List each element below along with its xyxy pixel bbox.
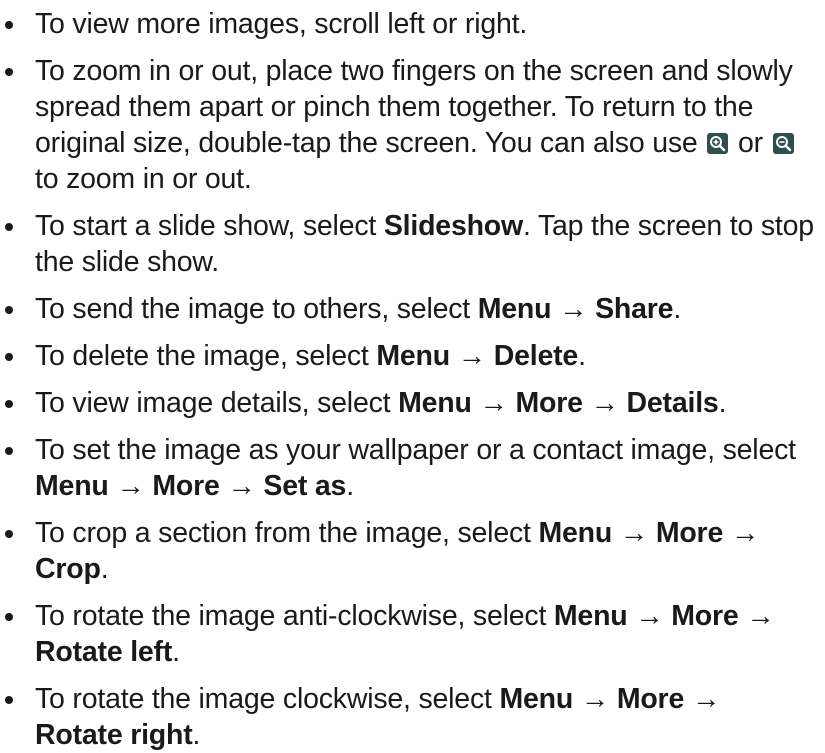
ui-term-menu: Menu (398, 387, 472, 419)
ui-term-menu: Menu (553, 600, 628, 632)
ui-term-crop: Crop (35, 553, 101, 585)
arrow-separator: → (471, 387, 516, 419)
item-text: To view more images, scroll left or righ… (35, 8, 528, 40)
item-text-end: . (578, 340, 586, 372)
item-text: To set the image as your wallpaper or a … (35, 434, 796, 466)
arrow-separator: → (612, 517, 656, 549)
list-item-rotate-right: To rotate the image clockwise, select Me… (2, 681, 815, 753)
zoom-in-icon (707, 133, 729, 154)
arrow-separator: → (627, 600, 672, 632)
list-item-zoom: To zoom in or out, place two fingers on … (2, 53, 815, 197)
bullet-dot (5, 68, 13, 76)
item-text-end: . (192, 719, 201, 751)
item-text: To crop a section from the image, select (35, 517, 539, 549)
ui-term-rotate-right: Rotate right (35, 719, 193, 751)
list-item-view-more: To view more images, scroll left or righ… (2, 6, 815, 42)
ui-term-delete: Delete (493, 340, 579, 372)
bullet-dot (5, 223, 13, 231)
zoom-out-icon (772, 133, 794, 154)
bullet-dot (5, 353, 13, 361)
arrow-separator: → (573, 683, 617, 715)
item-text-end: . (100, 553, 109, 585)
item-text: To rotate the image anti-clockwise, sele… (35, 600, 554, 632)
item-text-end: . (673, 293, 682, 325)
item-text-end: . (172, 636, 180, 668)
item-text-or: or (730, 127, 771, 159)
ui-term-menu: Menu (376, 340, 450, 372)
bullet-dot (5, 447, 13, 455)
arrow-separator: → (219, 470, 264, 502)
item-text-end: . (346, 470, 354, 502)
arrow-separator: → (449, 340, 494, 372)
bullet-dot (5, 21, 13, 29)
bullet-dot (5, 530, 13, 538)
item-text-end: . (718, 387, 727, 419)
ui-term-slideshow: Slideshow (383, 210, 523, 242)
ui-term-set-as: Set as (263, 470, 347, 502)
list-item-details: To view image details, select Menu → Mor… (2, 385, 815, 421)
arrow-separator: → (582, 387, 627, 419)
item-text: To rotate the image clockwise, select (35, 683, 500, 715)
list-item-crop: To crop a section from the image, select… (2, 515, 815, 587)
arrow-separator: → (723, 517, 760, 549)
bullet-dot (5, 400, 13, 408)
document-page: To view more images, scroll left or righ… (0, 0, 825, 751)
ui-term-menu: Menu (538, 517, 613, 549)
list-item-rotate-left: To rotate the image anti-clockwise, sele… (2, 598, 815, 670)
bullet-dot (5, 613, 13, 621)
ui-term-more: More (655, 517, 724, 549)
ui-term-more: More (515, 387, 583, 419)
arrow-separator: → (551, 293, 596, 325)
item-text: To zoom in or out, place two fingers on … (35, 55, 793, 159)
ui-term-details: Details (626, 387, 719, 419)
ui-term-menu: Menu (477, 293, 552, 325)
arrow-separator: → (738, 600, 775, 632)
ui-term-more: More (616, 683, 685, 715)
instruction-list: To view more images, scroll left or righ… (2, 6, 815, 753)
list-item-share: To send the image to others, select Menu… (2, 291, 815, 327)
bullet-dot (5, 696, 13, 704)
ui-term-menu: Menu (35, 470, 109, 502)
list-item-delete: To delete the image, select Menu → Delet… (2, 338, 815, 374)
item-text: To start a slide show, select (35, 210, 384, 242)
ui-term-menu: Menu (499, 683, 574, 715)
arrow-separator: → (108, 470, 153, 502)
ui-term-more: More (671, 600, 739, 632)
arrow-separator: → (684, 683, 721, 715)
item-text: To view image details, select (35, 387, 399, 419)
ui-term-rotate-left: Rotate left (35, 636, 173, 668)
item-text: To delete the image, select (35, 340, 377, 372)
ui-term-share: Share (595, 293, 674, 325)
item-text: To send the image to others, select (35, 293, 478, 325)
ui-term-more: More (152, 470, 220, 502)
item-text-end: to zoom in or out. (35, 163, 252, 195)
bullet-dot (5, 306, 13, 314)
list-item-set-as: To set the image as your wallpaper or a … (2, 432, 815, 504)
list-item-slideshow: To start a slide show, select Slideshow.… (2, 208, 815, 280)
